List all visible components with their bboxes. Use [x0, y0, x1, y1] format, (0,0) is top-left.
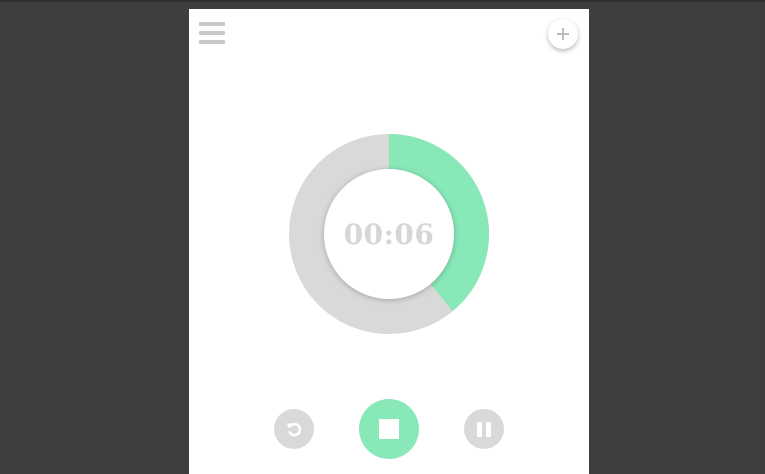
- timer-ring: 00:06: [289, 134, 489, 334]
- menu-button[interactable]: [199, 22, 225, 46]
- pause-icon: [475, 421, 493, 437]
- window-top-edge: [0, 0, 765, 2]
- stop-button[interactable]: [359, 399, 419, 459]
- plus-icon: [557, 28, 569, 40]
- pause-button[interactable]: [464, 409, 504, 449]
- stop-icon: [379, 419, 399, 439]
- add-timer-button[interactable]: [548, 19, 578, 49]
- reset-icon: [287, 422, 302, 437]
- timer-face: 00:06: [324, 169, 454, 299]
- reset-button[interactable]: [274, 409, 314, 449]
- elapsed-time-display: 00:06: [343, 217, 435, 251]
- timer-card: 00:06: [189, 9, 589, 474]
